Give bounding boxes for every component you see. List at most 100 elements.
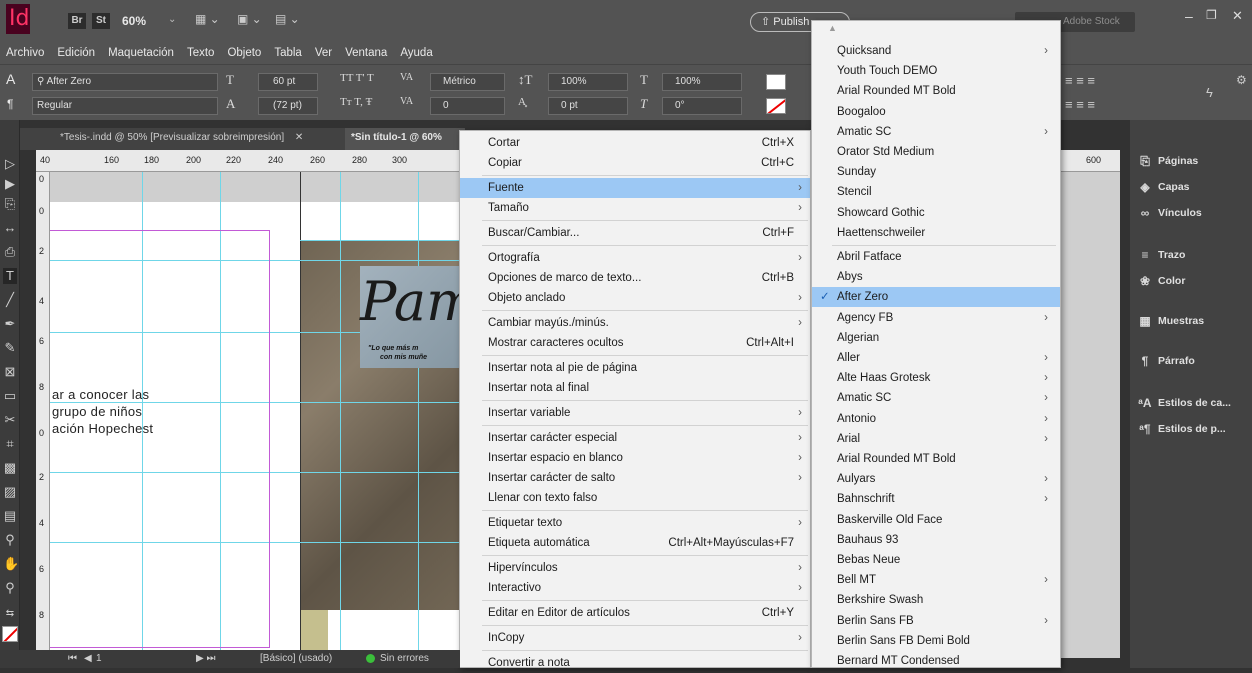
context-menu-item[interactable]: Opciones de marco de texto... Ctrl+B — [460, 268, 810, 288]
tracking-field[interactable]: 0 — [430, 97, 505, 115]
font-menu-item[interactable]: Youth Touch DEMO — [812, 61, 1060, 81]
stroke-none-swatch[interactable] — [766, 98, 786, 114]
leading-field[interactable]: (72 pt) — [258, 97, 318, 115]
menu-texto[interactable]: Texto — [187, 47, 215, 59]
pen-tool-icon[interactable]: ✒ — [3, 316, 17, 332]
rectangle-frame-icon[interactable]: ⊠ — [3, 364, 17, 380]
menu-tabla[interactable]: Tabla — [274, 47, 302, 59]
line-tool-icon[interactable]: ╱ — [3, 292, 17, 308]
content-collector-icon[interactable]: ⎙ — [3, 244, 17, 260]
font-menu-item[interactable]: ✓ After Zero — [812, 287, 1060, 308]
font-menu-item[interactable]: Abril Fatface — [812, 247, 1060, 267]
chevron-down-icon[interactable]: ⌄ — [168, 14, 176, 25]
character-mode-icon[interactable]: A — [6, 71, 15, 87]
context-menu-item[interactable]: Insertar espacio en blanco › — [460, 448, 810, 468]
font-menu-item[interactable]: Haettenschweiler — [812, 223, 1060, 243]
close-icon[interactable]: ✕ — [1232, 8, 1243, 24]
panel-parrafo[interactable]: ¶ Párrafo — [1136, 350, 1248, 372]
context-menu-item[interactable]: Insertar nota al final — [460, 378, 810, 398]
font-menu-item[interactable]: Stencil — [812, 182, 1060, 202]
panel-color[interactable]: ❀ Color — [1136, 270, 1248, 292]
maximize-icon[interactable]: ❐ — [1206, 8, 1217, 22]
context-menu-item[interactable]: Editar en Editor de artículos Ctrl+Y — [460, 603, 810, 623]
font-menu-item[interactable]: Alte Haas Grotesk › — [812, 368, 1060, 388]
align-left-icon[interactable]: ≡ ≡ ≡ — [1065, 73, 1095, 88]
context-menu-item[interactable]: Convertir a nota — [460, 653, 810, 673]
view-options-icon[interactable]: ▦ ⌄ — [195, 12, 220, 26]
panel-estilos-parrafo[interactable]: ᵃ¶ Estilos de p... — [1136, 418, 1248, 440]
bridge-button[interactable]: Br — [68, 13, 86, 29]
horizontal-scale-field[interactable]: 100% — [662, 73, 742, 91]
justify-icon[interactable]: ≡ ≡ ≡ — [1065, 97, 1095, 112]
quick-apply-icon[interactable]: ϟ — [1206, 85, 1213, 100]
eyedropper-icon[interactable]: ⚲ — [3, 532, 17, 548]
font-menu-item[interactable]: Berlin Sans FB Demi Bold — [812, 631, 1060, 651]
context-menu-item[interactable]: Fuente › — [460, 178, 810, 198]
context-menu-item[interactable]: Etiqueta automática Ctrl+Alt+Mayúsculas+F… — [460, 533, 810, 553]
font-menu-item[interactable]: Bernard MT Condensed — [812, 651, 1060, 671]
context-menu-item[interactable]: Objeto anclado › — [460, 288, 810, 308]
stock-button[interactable]: St — [92, 13, 110, 29]
panel-trazo[interactable]: ≡ Trazo — [1136, 244, 1248, 266]
font-family-field[interactable]: ⚲ After Zero — [32, 73, 218, 91]
menu-objeto[interactable]: Objeto — [227, 47, 261, 59]
font-menu-item[interactable]: Antonio › — [812, 409, 1060, 429]
small-caps-icon[interactable]: Tт T, Ŧ — [340, 96, 372, 108]
selection-tool-icon[interactable]: ▷ — [3, 156, 17, 172]
context-menu-item[interactable]: Buscar/Cambiar... Ctrl+F — [460, 223, 810, 243]
context-menu-item[interactable]: Interactivo › — [460, 578, 810, 598]
menu-ventana[interactable]: Ventana — [345, 47, 387, 59]
font-menu-item[interactable]: Agency FB › — [812, 308, 1060, 328]
font-menu-item[interactable]: Aulyars › — [812, 469, 1060, 489]
panel-vinculos[interactable]: ∞ Vínculos — [1136, 202, 1248, 224]
page-number-field[interactable]: 1 — [96, 653, 176, 664]
panel-capas[interactable]: ◈ Capas — [1136, 176, 1248, 198]
free-transform-icon[interactable]: ⌗ — [3, 436, 17, 452]
context-menu-item[interactable]: InCopy › — [460, 628, 810, 648]
gap-tool-icon[interactable]: ↔ — [3, 220, 17, 236]
context-menu-item[interactable]: Hipervínculos › — [460, 558, 810, 578]
page-tool-icon[interactable]: ⎘ — [3, 196, 17, 212]
context-menu-item[interactable]: Ortografía › — [460, 248, 810, 268]
arrange-documents-icon[interactable]: ▤ ⌄ — [275, 12, 300, 26]
font-menu-item[interactable]: Aller › — [812, 348, 1060, 368]
next-page-icon[interactable]: ▶ ⏭ — [196, 653, 215, 664]
context-menu-item[interactable]: Insertar carácter especial › — [460, 428, 810, 448]
prev-page-icon[interactable]: ◀ — [84, 653, 92, 664]
menu-maquetacion[interactable]: Maquetación — [108, 47, 174, 59]
menu-ver[interactable]: Ver — [315, 47, 332, 59]
font-menu-item[interactable]: Orator Std Medium — [812, 142, 1060, 162]
font-menu-item[interactable]: Abys — [812, 267, 1060, 287]
font-menu-item[interactable]: Boogaloo — [812, 102, 1060, 122]
font-menu-item[interactable]: Sunday — [812, 162, 1060, 182]
context-menu-item[interactable]: Insertar nota al pie de página — [460, 358, 810, 378]
panel-paginas[interactable]: ⎘ Páginas — [1136, 150, 1248, 172]
font-menu-item[interactable]: Algerian — [812, 328, 1060, 348]
type-tool-icon[interactable]: T — [3, 268, 17, 284]
font-menu-item[interactable]: Berlin Sans FB › — [812, 611, 1060, 631]
font-menu-item[interactable]: Showcard Gothic — [812, 203, 1060, 223]
gradient-swatch-icon[interactable]: ▩ — [3, 460, 17, 476]
context-menu-item[interactable]: Copiar Ctrl+C — [460, 153, 810, 173]
tab-sin-titulo[interactable]: *Sin título-1 @ 60% — [345, 128, 465, 150]
panel-estilos-caracter[interactable]: ᵃA Estilos de ca... — [1136, 392, 1248, 414]
vertical-ruler[interactable]: 0 0 2 4 6 8 0 2 4 6 8 — [36, 172, 50, 658]
gear-icon[interactable]: ⚙ — [1236, 73, 1247, 87]
context-menu-item[interactable]: Cortar Ctrl+X — [460, 133, 810, 153]
font-style-field[interactable]: Regular — [32, 97, 218, 115]
font-menu-item[interactable]: Arial Rounded MT Bold — [812, 81, 1060, 101]
tab-tesis[interactable]: *Tesis-.indd @ 50% [Previsualizar sobrei… — [60, 132, 303, 143]
font-menu-item[interactable]: Amatic SC › — [812, 388, 1060, 408]
context-menu-item[interactable]: Insertar variable › — [460, 403, 810, 423]
pencil-tool-icon[interactable]: ✎ — [3, 340, 17, 356]
baseline-shift-field[interactable]: 0 pt — [548, 97, 628, 115]
context-menu-item[interactable]: Insertar carácter de salto › — [460, 468, 810, 488]
vertical-scale-field[interactable]: 100% — [548, 73, 628, 91]
font-size-field[interactable]: 60 pt — [258, 73, 318, 91]
context-menu-item[interactable]: Etiquetar texto › — [460, 513, 810, 533]
context-menu-item[interactable]: Mostrar caracteres ocultos Ctrl+Alt+I — [460, 333, 810, 353]
context-menu-item[interactable]: Cambiar mayús./minús. › — [460, 313, 810, 333]
gradient-feather-icon[interactable]: ▨ — [3, 484, 17, 500]
swap-colors-icon[interactable]: ⇆ — [3, 606, 17, 622]
scroll-up-icon[interactable]: ▲ — [828, 23, 837, 33]
